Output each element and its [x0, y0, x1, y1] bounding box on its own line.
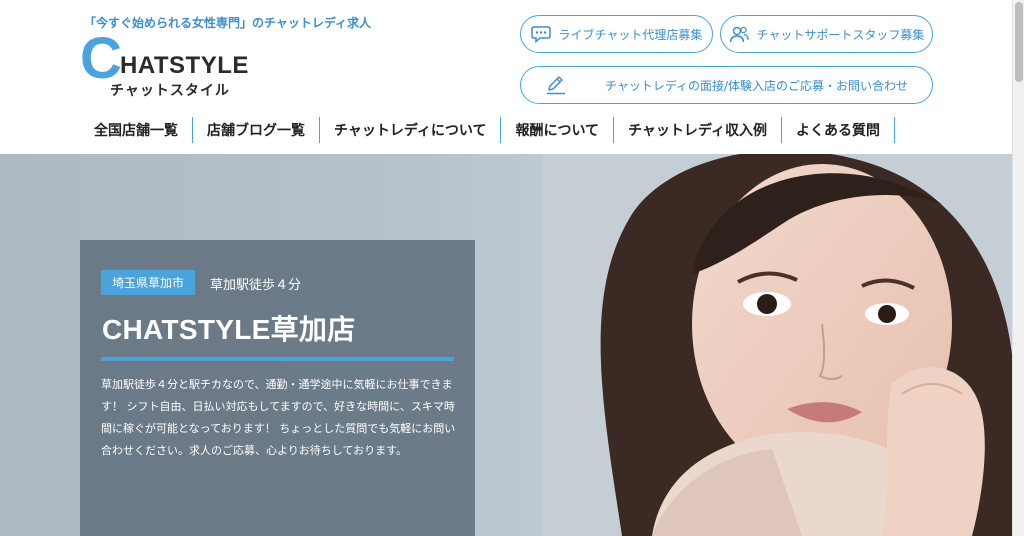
pencil-icon: [546, 76, 565, 95]
nav-item-store-blog[interactable]: 店舗ブログ一覧: [193, 117, 320, 143]
location-badge: 埼玉県草加市: [101, 270, 196, 295]
nav-item-store-list[interactable]: 全国店舗一覧: [84, 117, 193, 143]
support-staff-recruit-label: チャットサポートスタッフ募集: [756, 27, 925, 42]
store-description: 草加駅徒歩４分と駅チカなので、通勤・通学途中に気軽にお仕事できます！ シフト自由…: [101, 378, 456, 457]
chat-bubble-icon: [530, 26, 551, 43]
interview-contact-label: チャットレディの面接/体験入店のご応募・お問い合わせ: [604, 78, 909, 93]
logo-kana: チャットスタイル: [110, 83, 230, 99]
hero-photo: [542, 154, 1012, 536]
site-header: 「今すぐ始められる女性専門」のチャットレディ求人 C HATSTYLE チャット…: [0, 0, 1012, 154]
station-walk-time: 草加駅徒歩４分: [210, 278, 302, 293]
scrollbar-thumb[interactable]: [1015, 2, 1023, 82]
agency-recruit-button[interactable]: ライブチャット代理店募集: [520, 15, 713, 53]
hero-section: 埼玉県草加市 草加駅徒歩４分 CHATSTYLE草加店 草加駅徒歩４分と駅チカな…: [0, 154, 1012, 536]
nav-item-about-chat-lady[interactable]: チャットレディについて: [320, 117, 502, 143]
page-scrollbar[interactable]: [1012, 0, 1024, 536]
store-info-card: 埼玉県草加市 草加駅徒歩４分 CHATSTYLE草加店 草加駅徒歩４分と駅チカな…: [80, 240, 475, 536]
people-icon: [729, 26, 749, 43]
title-underline: [101, 357, 454, 361]
header-tagline: 「今すぐ始められる女性専門」のチャットレディ求人: [84, 16, 372, 30]
global-nav: 全国店舗一覧 店舗ブログ一覧 チャットレディについて 報酬について チャットレデ…: [84, 117, 895, 143]
store-title: CHATSTYLE草加店: [102, 314, 356, 345]
support-staff-recruit-button[interactable]: チャットサポートスタッフ募集: [720, 15, 933, 53]
agency-recruit-label: ライブチャット代理店募集: [558, 27, 703, 42]
nav-item-income-examples[interactable]: チャットレディ収入例: [614, 117, 782, 143]
interview-contact-button[interactable]: チャットレディの面接/体験入店のご応募・お問い合わせ: [520, 66, 933, 104]
site-logo[interactable]: C HATSTYLE チャットスタイル: [80, 30, 280, 100]
logo-wordmark: HATSTYLE: [120, 52, 249, 79]
nav-item-rewards[interactable]: 報酬について: [501, 117, 615, 143]
nav-item-faq[interactable]: よくある質問: [782, 117, 895, 143]
